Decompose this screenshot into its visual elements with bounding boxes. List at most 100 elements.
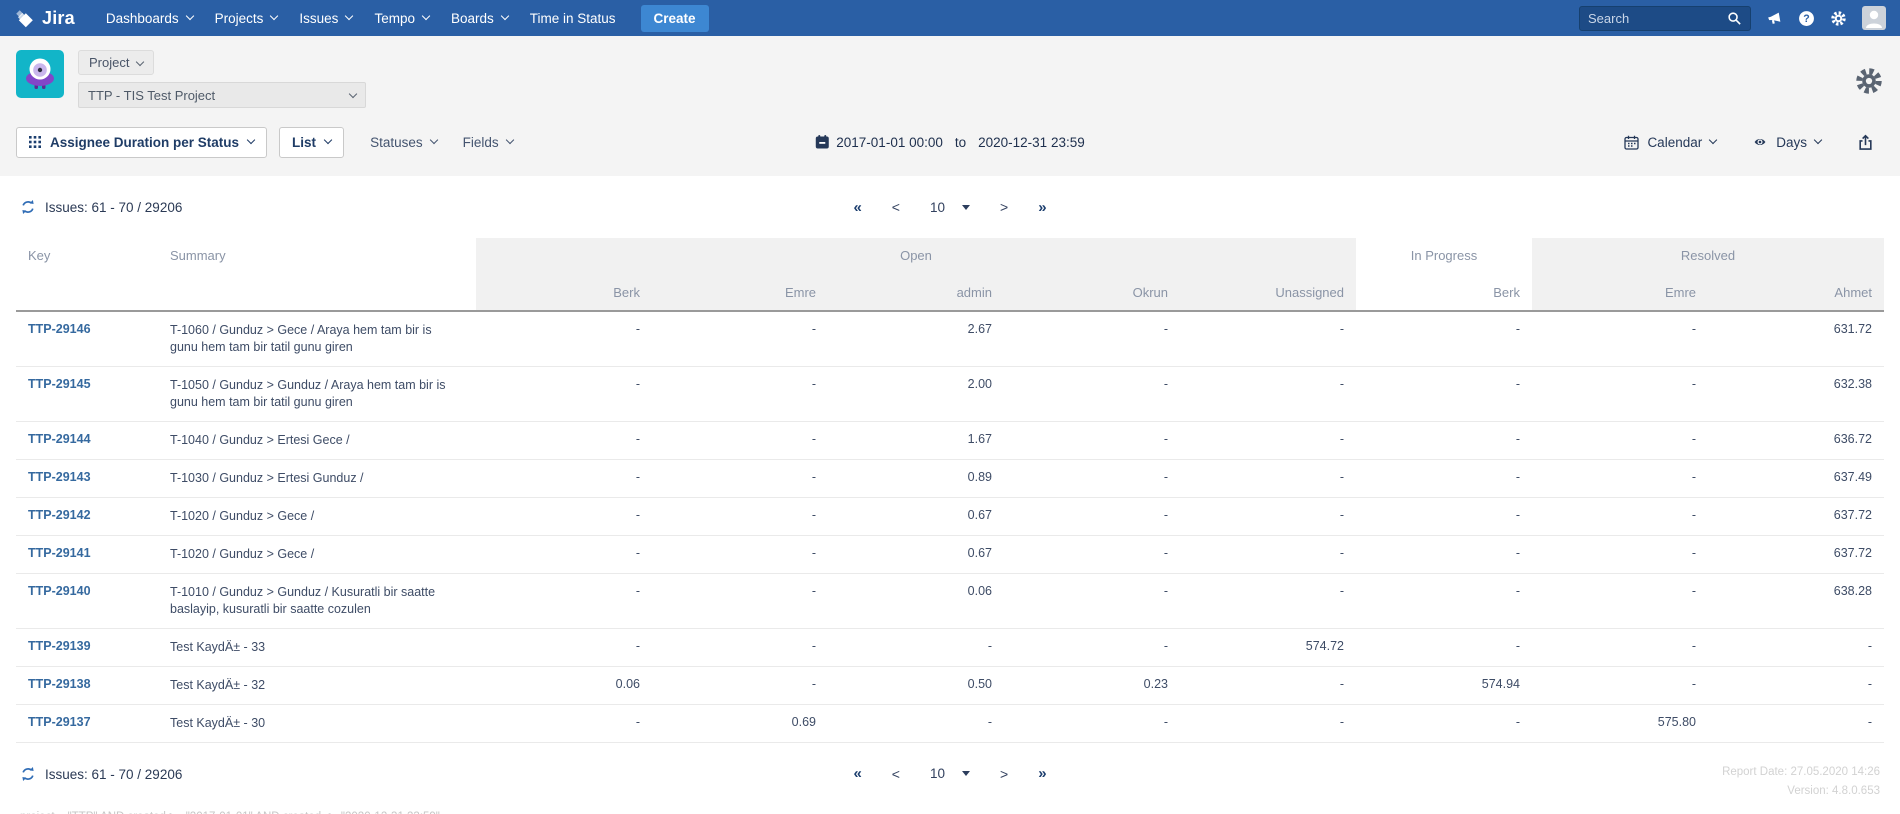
refresh-icon [20,766,36,782]
jira-logo[interactable]: Jira [14,8,75,29]
duration-value: - [1004,367,1180,422]
duration-value: - [828,705,1004,743]
assignee-column-header: Ahmet [1708,271,1884,311]
issue-key-link[interactable]: TTP-29143 [28,470,91,484]
issue-key-link[interactable]: TTP-29144 [28,432,91,446]
duration-value: - [1180,311,1356,367]
view-dropdown[interactable]: List [279,127,344,158]
last-page-button[interactable]: » [1038,765,1046,782]
duration-value: - [1356,460,1532,498]
issue-summary: T-1040 / Gunduz > Ertesi Gece / [166,422,476,460]
first-page-button[interactable]: « [853,199,861,216]
date-range-picker[interactable]: 2017-01-01 00:00 to 2020-12-31 23:59 [815,135,1084,150]
duration-value: - [476,574,652,629]
duration-value: 637.72 [1708,498,1884,536]
assignee-column-header: Okrun [1004,271,1180,311]
calendar-type-dropdown[interactable]: Calendar [1624,135,1716,150]
page-size-select[interactable]: 10 [930,766,970,781]
nav-label: Time in Status [530,11,616,26]
nav-item-tempo[interactable]: Tempo [374,0,429,36]
issue-key-link[interactable]: TTP-29137 [28,715,91,729]
statuses-dropdown[interactable]: Statuses [370,135,437,150]
project-select[interactable]: TTP - TIS Test Project [78,82,366,108]
issue-key-link[interactable]: TTP-29145 [28,377,91,391]
issue-key-link[interactable]: TTP-29146 [28,322,91,336]
project-row: Project TTP - TIS Test Project [16,50,1884,112]
duration-value: - [476,536,652,574]
duration-value: - [1180,422,1356,460]
fields-dropdown[interactable]: Fields [463,135,513,150]
export-button[interactable] [1857,134,1874,151]
duration-value: 2.00 [828,367,1004,422]
duration-value: - [1532,536,1708,574]
last-page-button[interactable]: » [1038,199,1046,216]
issue-key-link[interactable]: TTP-29141 [28,546,91,560]
duration-value: - [476,367,652,422]
first-page-button[interactable]: « [853,765,861,782]
jira-logo-icon [14,8,35,29]
issues-bar-top: Issues: 61 - 70 / 29206 « < 10 > » [16,194,1884,220]
issue-key-link[interactable]: TTP-29139 [28,639,91,653]
refresh-icon [20,199,36,215]
issue-key-cell: TTP-29137 [16,705,166,743]
duration-value: - [1004,574,1180,629]
next-page-button[interactable]: > [1000,766,1008,782]
svg-text:?: ? [1803,13,1809,25]
duration-value: 0.69 [652,705,828,743]
nav-item-dashboards[interactable]: Dashboards [106,0,193,36]
prev-page-button[interactable]: < [892,766,900,782]
issue-key-link[interactable]: TTP-29140 [28,584,91,598]
search-box[interactable] [1579,6,1751,31]
duration-value: - [1532,667,1708,705]
nav-item-issues[interactable]: Issues [299,0,352,36]
calendar-type-label: Calendar [1647,135,1702,150]
duration-value: - [652,667,828,705]
duration-value: - [1708,629,1884,667]
issue-key-link[interactable]: TTP-29142 [28,508,91,522]
announcements-button[interactable] [1766,10,1783,27]
help-button[interactable]: ? [1798,10,1815,27]
duration-value: - [1180,705,1356,743]
page-size-select[interactable]: 10 [930,200,970,215]
project-avatar[interactable] [16,50,64,98]
prev-page-button[interactable]: < [892,199,900,215]
issues-count-group: Issues: 61 - 70 / 29206 [20,766,182,782]
report-type-dropdown[interactable]: Assignee Duration per Status [16,127,267,158]
nav-item-time-in-status[interactable]: Time in Status [530,0,616,36]
project-scope-button[interactable]: Project [78,50,154,75]
assignee-column-header: Berk [476,271,652,311]
duration-value: 637.49 [1708,460,1884,498]
column-header-summary: Summary [166,238,476,311]
duration-value: - [1356,629,1532,667]
create-button[interactable]: Create [641,5,709,32]
chevron-down-icon [345,12,353,20]
duration-value: - [1708,667,1884,705]
calendar-solid-icon [815,135,829,149]
nav-item-projects[interactable]: Projects [215,0,278,36]
issue-summary: T-1020 / Gunduz > Gece / [166,536,476,574]
issue-key-cell: TTP-29140 [16,574,166,629]
status-group-header: Resolved [1532,238,1884,271]
statuses-label: Statuses [370,135,423,150]
issues-count-group: Issues: 61 - 70 / 29206 [20,199,182,215]
issues-count-label: Issues: 61 - 70 / 29206 [45,200,182,215]
duration-value: 575.80 [1532,705,1708,743]
refresh-button[interactable] [20,199,36,215]
duration-value: - [1356,367,1532,422]
unit-dropdown[interactable]: Days [1752,135,1821,150]
date-to: 2020-12-31 23:59 [978,135,1085,150]
duration-value: - [476,460,652,498]
fields-label: Fields [463,135,499,150]
report-settings-button[interactable] [1854,66,1884,96]
nav-item-boards[interactable]: Boards [451,0,508,36]
admin-settings-button[interactable] [1830,10,1847,27]
issue-key-link[interactable]: TTP-29138 [28,677,91,691]
next-page-button[interactable]: > [1000,199,1008,215]
search-input[interactable] [1588,11,1727,26]
refresh-button[interactable] [20,766,36,782]
duration-value: - [652,536,828,574]
caret-down-icon [962,771,970,776]
user-avatar[interactable] [1862,6,1886,30]
unit-label: Days [1776,135,1807,150]
pagination-top: « < 10 > » [853,199,1046,216]
